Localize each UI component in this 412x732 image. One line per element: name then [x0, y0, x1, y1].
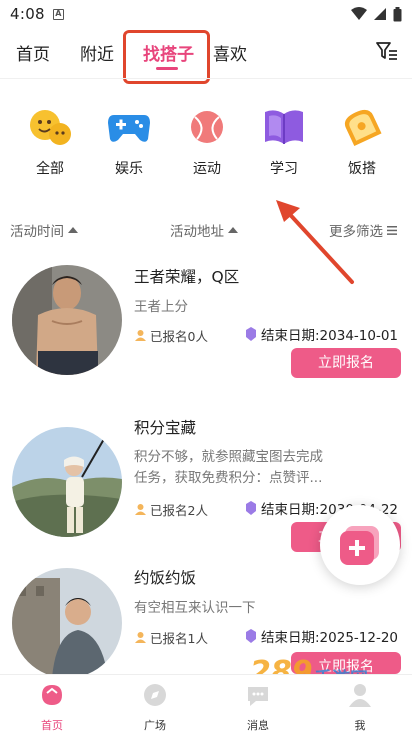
- battery-icon: [393, 6, 402, 21]
- menu-icon: [387, 225, 397, 235]
- joined-text: 已报名2人: [150, 503, 208, 518]
- more-filters-label: 更多筛选: [329, 224, 383, 240]
- status-bar: 4:08 A: [0, 0, 412, 28]
- category-label: 全部: [36, 161, 64, 177]
- people-icon: [135, 632, 146, 643]
- wifi-icon: [351, 7, 367, 20]
- create-activity-button[interactable]: [320, 505, 400, 585]
- annotation-highlight-box: [123, 30, 210, 84]
- profile-icon: [349, 684, 371, 707]
- joined-text: 已报名0人: [150, 329, 208, 344]
- activity-title: 王者荣耀，Q区: [134, 268, 240, 286]
- nav-home[interactable]: 首页: [22, 681, 82, 732]
- emoji-icon: [27, 104, 73, 150]
- gem-icon: [246, 501, 256, 515]
- gamepad-icon: [106, 104, 152, 150]
- nav-label: 消息: [247, 719, 269, 732]
- gem-icon: [246, 629, 256, 643]
- divider: [0, 78, 412, 79]
- activity-avatar: [12, 427, 122, 537]
- joined-text: 已报名1人: [150, 631, 208, 646]
- sort-time-label: 活动时间: [10, 224, 64, 240]
- activity-desc: 王者上分: [134, 299, 188, 315]
- activity-desc-line-2: 任务，获取免费积分：点赞评...: [134, 470, 323, 486]
- signal-icon: [374, 8, 386, 20]
- people-icon: [135, 504, 146, 515]
- tab-likes[interactable]: 喜欢: [213, 40, 247, 65]
- category-label: 娱乐: [115, 161, 143, 177]
- category-label: 饭搭: [348, 161, 376, 177]
- activity-title: 积分宝藏: [134, 419, 197, 437]
- book-icon: [261, 104, 307, 150]
- nav-messages[interactable]: 消息: [228, 681, 288, 732]
- sort-up-icon: [68, 227, 78, 233]
- more-filters[interactable]: 更多筛选: [329, 220, 397, 240]
- joined-count: 已报名0人: [134, 326, 208, 345]
- sort-by-time[interactable]: 活动时间: [10, 220, 78, 240]
- end-date: 结束日期:2025-12-20: [244, 626, 398, 646]
- joined-count: 已报名2人: [134, 500, 208, 519]
- tab-home[interactable]: 首页: [16, 40, 50, 65]
- chat-icon: [248, 687, 268, 706]
- top-nav: 首页 附近 找搭子 喜欢: [0, 30, 412, 84]
- end-date: 结束日期:2034-10-01: [244, 324, 398, 344]
- nav-label: 我: [354, 719, 366, 732]
- nav-me[interactable]: 我: [330, 681, 390, 732]
- category-sports[interactable]: 运动: [177, 104, 237, 178]
- category-all[interactable]: 全部: [20, 104, 80, 178]
- category-label: 学习: [270, 161, 298, 177]
- status-time: 4:08: [10, 5, 45, 23]
- home-icon: [42, 685, 62, 705]
- nav-square[interactable]: 广场: [125, 681, 185, 732]
- end-date-text: 结束日期:2025-12-20: [261, 630, 399, 646]
- joined-count: 已报名1人: [134, 628, 208, 647]
- category-study[interactable]: 学习: [254, 104, 314, 178]
- sort-bar: 活动时间 活动地址 更多筛选: [0, 218, 412, 240]
- activity-card[interactable]: 王者荣耀，Q区 王者上分 已报名0人 结束日期:2034-10-01 立即报名: [0, 262, 412, 392]
- activity-title: 约饭约饭: [134, 569, 197, 587]
- compass-icon: [144, 684, 166, 706]
- end-date-text: 结束日期:2034-10-01: [261, 328, 399, 344]
- category-meal[interactable]: 饭搭: [332, 104, 392, 178]
- nav-label: 首页: [41, 719, 63, 732]
- sort-up-icon: [228, 227, 238, 233]
- filter-icon[interactable]: [376, 41, 398, 61]
- sort-location-label: 活动地址: [170, 224, 224, 240]
- category-entertainment[interactable]: 娱乐: [99, 104, 159, 178]
- bottom-nav: 首页 广场 消息 我: [0, 674, 412, 732]
- nav-label: 广场: [144, 719, 166, 732]
- category-row: 全部 娱乐 运动 学习 饭搭: [0, 104, 412, 184]
- gem-icon: [246, 327, 256, 341]
- notification-icon: A: [52, 8, 64, 20]
- ball-icon: [184, 104, 230, 150]
- people-icon: [135, 330, 146, 341]
- activity-desc-line-1: 积分不够，就参照藏宝图去完成: [134, 449, 323, 465]
- toast-icon: [339, 104, 385, 150]
- sort-by-location[interactable]: 活动地址: [170, 220, 238, 240]
- plus-icon: [340, 526, 379, 565]
- category-label: 运动: [193, 161, 221, 177]
- activity-desc: 有空相互来认识一下: [134, 600, 256, 616]
- activity-avatar: [12, 265, 122, 375]
- signup-button[interactable]: 立即报名: [291, 348, 401, 378]
- tab-nearby[interactable]: 附近: [80, 40, 114, 65]
- activity-avatar: [12, 568, 122, 678]
